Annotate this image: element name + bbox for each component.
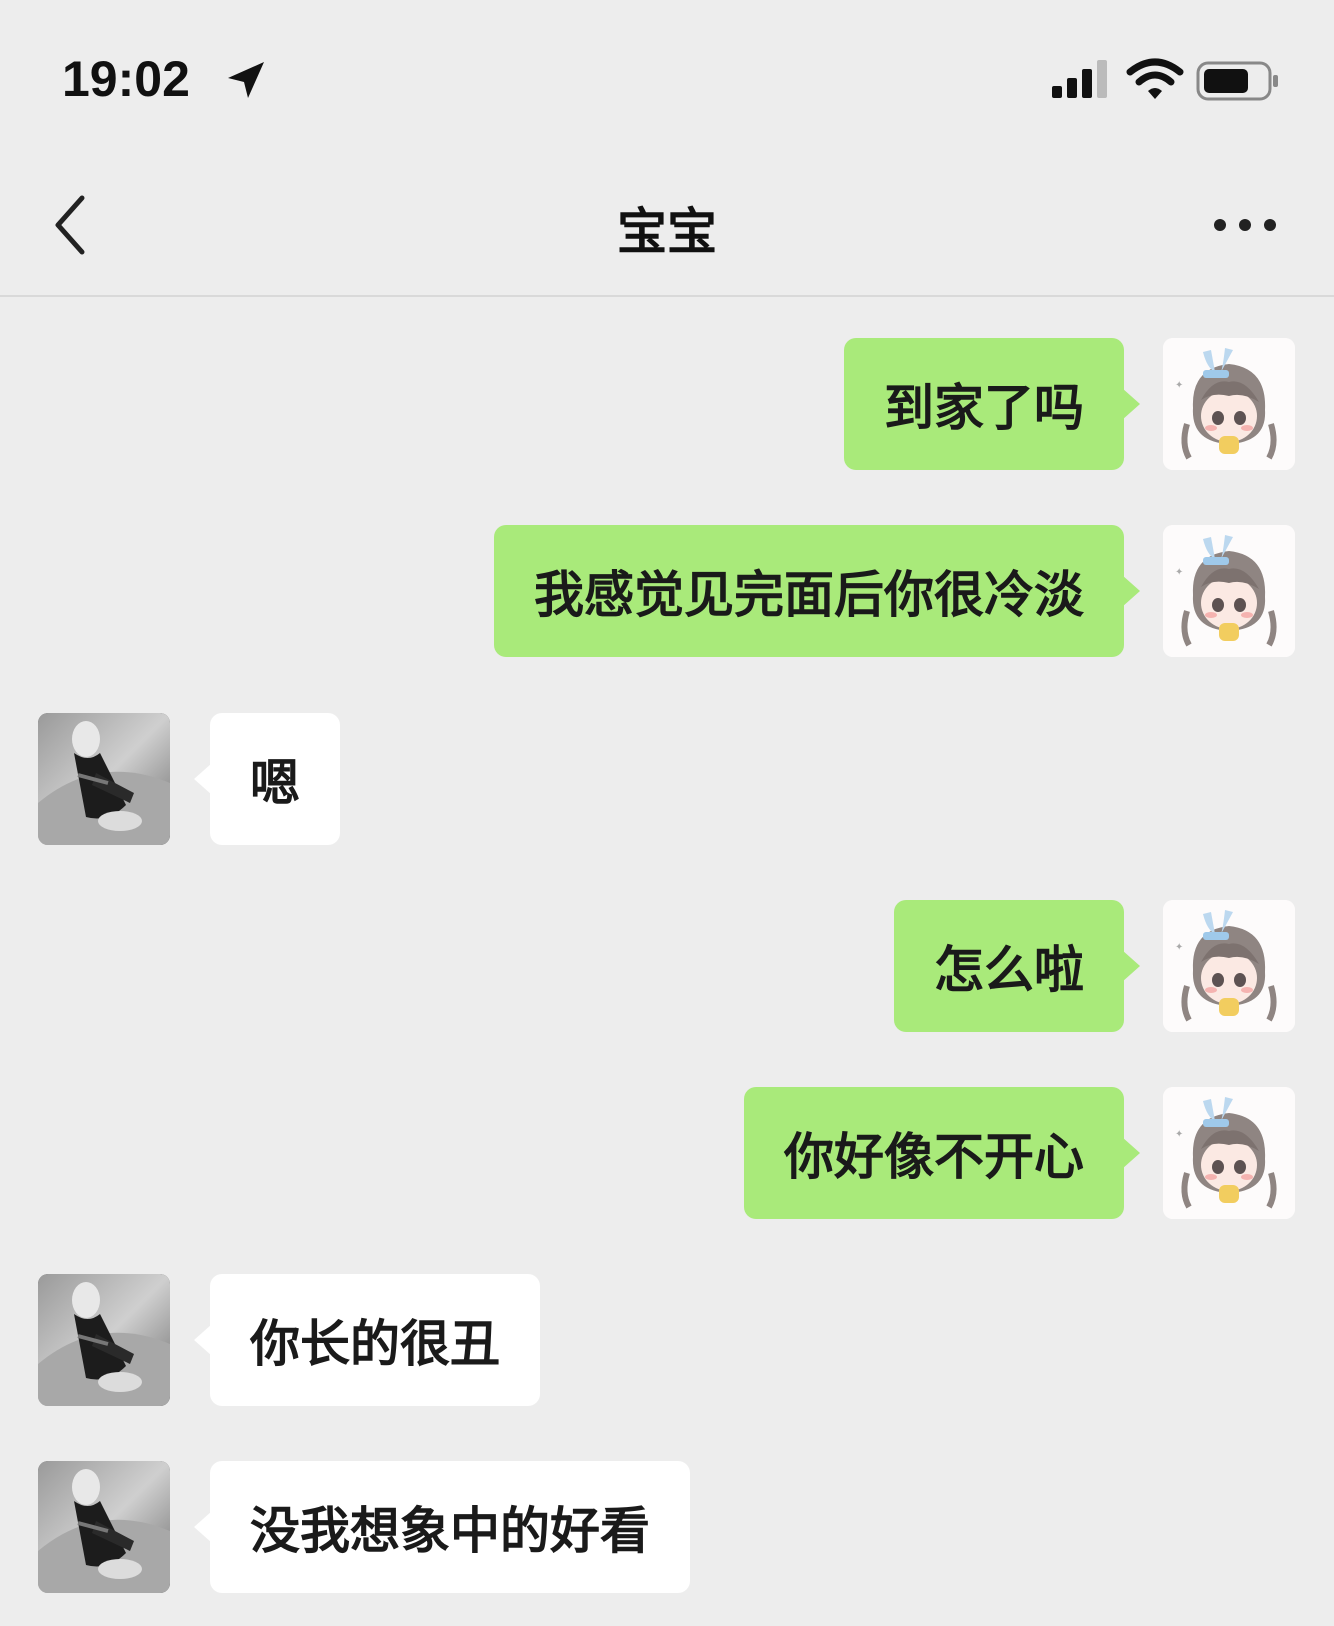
message-row-received: 没我想象中的好看 xyxy=(0,1461,1334,1593)
message-bubble-received[interactable]: 没我想象中的好看 xyxy=(194,1461,690,1593)
chat-header: 宝宝 xyxy=(0,150,1334,297)
status-time: 19:02 xyxy=(62,51,190,107)
chat-title: 宝宝 xyxy=(617,203,717,261)
avatar-contact[interactable] xyxy=(38,1461,170,1593)
avatar-self[interactable] xyxy=(1163,1087,1295,1219)
wifi-icon xyxy=(1126,58,1184,99)
message-row-sent: 你好像不开心 xyxy=(0,1087,1334,1219)
message-row-received: 你长的很丑 xyxy=(0,1274,1334,1406)
message-bubble-sent[interactable]: 到家了吗 xyxy=(844,338,1140,470)
message-bubble-received[interactable]: 嗯 xyxy=(194,713,340,845)
cellular-signal-icon xyxy=(1052,60,1107,98)
message-bubble-received[interactable]: 你长的很丑 xyxy=(194,1274,540,1406)
battery-icon xyxy=(1196,61,1278,101)
message-row-sent: 怎么啦 xyxy=(0,900,1334,1032)
message-bubble-sent[interactable]: 我感觉见完面后你很冷淡 xyxy=(494,525,1140,657)
avatar-contact[interactable] xyxy=(38,713,170,845)
more-dots-icon[interactable] xyxy=(1210,210,1280,240)
avatar-self[interactable] xyxy=(1163,900,1295,1032)
message-row-sent: 我感觉见完面后你很冷淡 xyxy=(0,525,1334,657)
avatar-contact[interactable] xyxy=(38,1274,170,1406)
message-row-sent: 到家了吗 xyxy=(0,338,1334,470)
status-bar: 19:02 xyxy=(0,0,1334,150)
message-list[interactable]: 到家了吗 我感觉见完面后你很冷淡 嗯 怎么啦 你好像不开心 你长的很丑 没我想象… xyxy=(0,297,1334,1626)
message-row-received: 嗯 xyxy=(0,713,1334,845)
avatar-self[interactable] xyxy=(1163,525,1295,657)
message-bubble-sent[interactable]: 怎么啦 xyxy=(894,900,1140,1032)
location-arrow-icon xyxy=(228,62,264,98)
message-bubble-sent[interactable]: 你好像不开心 xyxy=(744,1087,1140,1219)
avatar-self[interactable] xyxy=(1163,338,1295,470)
